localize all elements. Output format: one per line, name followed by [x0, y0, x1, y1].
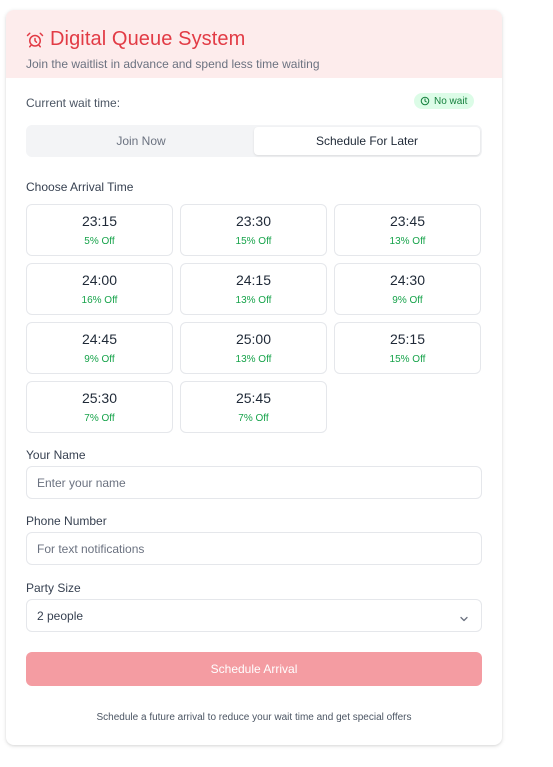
- title-text: Digital Queue System: [50, 28, 246, 50]
- time-slot[interactable]: 23:30 15% Off: [180, 204, 327, 256]
- wait-time-label: Current wait time:: [26, 96, 121, 110]
- party-size-select[interactable]: 2 people: [26, 599, 482, 632]
- mode-tabs: Join Now Schedule For Later: [26, 125, 482, 157]
- alarm-clock-icon: [26, 31, 44, 49]
- arrival-slot-grid: 23:15 5% Off 23:30 15% Off 23:45 13% Off…: [26, 204, 482, 434]
- slot-discount: 7% Off: [84, 413, 115, 424]
- page-title: Digital Queue System: [26, 28, 245, 51]
- time-slot[interactable]: 25:45 7% Off: [180, 381, 327, 433]
- slot-time: 24:30: [389, 272, 426, 288]
- tab-schedule-later[interactable]: Schedule For Later: [254, 127, 480, 155]
- queue-card: Digital Queue System Join the waitlist i…: [6, 10, 502, 745]
- slot-time: 23:45: [389, 213, 426, 229]
- slot-discount: 15% Off: [235, 236, 272, 247]
- slot-time: 25:15: [389, 331, 426, 347]
- slot-time: 23:30: [235, 213, 272, 229]
- name-label: Your Name: [26, 448, 86, 462]
- slot-discount: 5% Off: [84, 236, 115, 247]
- slot-time: 25:45: [235, 390, 272, 406]
- time-slot[interactable]: 25:15 15% Off: [334, 322, 481, 374]
- time-slot[interactable]: 24:45 9% Off: [26, 322, 173, 374]
- tab-join-now[interactable]: Join Now: [28, 127, 254, 155]
- time-slot[interactable]: 24:15 13% Off: [180, 263, 327, 315]
- footnote: Schedule a future arrival to reduce your…: [96, 712, 412, 723]
- slot-discount: 13% Off: [235, 354, 272, 365]
- time-slot[interactable]: 23:45 13% Off: [334, 204, 481, 256]
- card-header: Digital Queue System Join the waitlist i…: [6, 10, 502, 78]
- party-size-label: Party Size: [26, 581, 81, 595]
- party-size-value: 2 people: [37, 608, 84, 623]
- slot-time: 24:15: [235, 272, 272, 288]
- page-subtitle: Join the waitlist in advance and spend l…: [26, 57, 320, 71]
- phone-input[interactable]: [26, 532, 482, 565]
- slot-time: 24:45: [81, 331, 118, 347]
- slot-discount: 15% Off: [389, 354, 426, 365]
- phone-label: Phone Number: [26, 514, 107, 528]
- chevron-down-icon: [459, 612, 469, 622]
- time-slot[interactable]: 25:30 7% Off: [26, 381, 173, 433]
- slot-discount: 9% Off: [84, 354, 115, 365]
- slot-time: 25:30: [81, 390, 118, 406]
- slot-discount: 16% Off: [81, 295, 118, 306]
- slot-discount: 13% Off: [235, 295, 272, 306]
- slot-discount: 7% Off: [238, 413, 269, 424]
- slot-time: 24:00: [81, 272, 118, 288]
- name-input[interactable]: [26, 466, 482, 499]
- schedule-arrival-button[interactable]: Schedule Arrival: [26, 652, 482, 686]
- slot-time: 23:15: [81, 213, 118, 229]
- time-slot[interactable]: 25:00 13% Off: [180, 322, 327, 374]
- clock-icon: [420, 96, 430, 106]
- arrival-time-label: Choose Arrival Time: [26, 180, 134, 194]
- status-badge-text: No wait: [434, 95, 468, 107]
- time-slot[interactable]: 23:15 5% Off: [26, 204, 173, 256]
- time-slot[interactable]: 24:00 16% Off: [26, 263, 173, 315]
- time-slot[interactable]: 24:30 9% Off: [334, 263, 481, 315]
- status-badge: No wait: [414, 93, 475, 109]
- slot-discount: 13% Off: [389, 236, 426, 247]
- slot-discount: 9% Off: [392, 295, 423, 306]
- slot-time: 25:00: [235, 331, 272, 347]
